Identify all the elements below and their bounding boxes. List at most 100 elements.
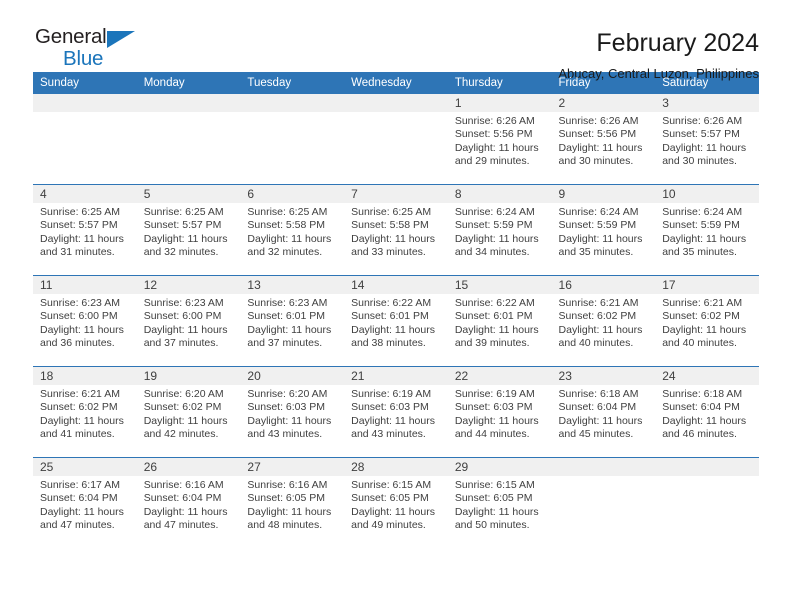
- day-number: 21: [344, 367, 448, 385]
- sunrise-text: Sunrise: 6:26 AM: [454, 115, 535, 127]
- calendar-day-cell[interactable]: 27 Sunrise: 6:16 AM Sunset: 6:05 PM Dayligh…: [240, 457, 345, 548]
- daylight-text: Daylight: 11 hours and 49 minutes.: [351, 505, 435, 532]
- day-number: 9: [551, 185, 656, 203]
- sunrise-text: Sunrise: 6:21 AM: [662, 297, 743, 309]
- sun-info: Sunrise: 6:26 AM Sunset: 5:57 PM Daylight:…: [655, 112, 759, 169]
- sunset-text: Sunset: 6:04 PM: [662, 401, 740, 414]
- day-number: 26: [136, 458, 241, 476]
- calendar-day-cell[interactable]: 15 Sunrise: 6:22 AM Sunset: 6:01 PM Dayligh…: [447, 275, 552, 367]
- calendar-day-cell[interactable]: 21 Sunrise: 6:19 AM Sunset: 6:03 PM Dayligh…: [344, 366, 448, 458]
- day-number: 10: [655, 185, 759, 203]
- day-number: 2: [551, 94, 656, 112]
- calendar-day-cell[interactable]: 20 Sunrise: 6:20 AM Sunset: 6:03 PM Dayligh…: [240, 366, 345, 458]
- daylight-text: Daylight: 11 hours and 41 minutes.: [40, 414, 124, 441]
- calendar-day-cell[interactable]: 25 Sunrise: 6:17 AM Sunset: 6:04 PM Dayligh…: [33, 457, 137, 548]
- calendar-day-cell[interactable]: 28 Sunrise: 6:15 AM Sunset: 6:05 PM Dayligh…: [344, 457, 448, 548]
- calendar-day-cell[interactable]: 22 Sunrise: 6:19 AM Sunset: 6:03 PM Dayligh…: [447, 366, 552, 458]
- sunrise-text: Sunrise: 6:19 AM: [454, 388, 535, 400]
- daylight-text: Daylight: 11 hours and 39 minutes.: [454, 323, 539, 350]
- sunrise-text: Sunrise: 6:17 AM: [40, 479, 120, 491]
- daylight-text: Daylight: 11 hours and 43 minutes.: [247, 414, 332, 441]
- calendar-day-cell[interactable]: 3 Sunrise: 6:26 AM Sunset: 5:57 PM Daylight…: [655, 94, 759, 185]
- sunset-text: Sunset: 6:05 PM: [454, 492, 533, 505]
- sunset-text: Sunset: 6:04 PM: [558, 401, 637, 414]
- calendar-day-cell[interactable]: 6 Sunrise: 6:25 AM Sunset: 5:58 PM Daylight…: [240, 184, 345, 276]
- sunrise-text: Sunrise: 6:26 AM: [558, 115, 639, 127]
- title-block: February 2024 Abucay, Central Luzon, Phi…: [558, 27, 759, 82]
- calendar-day-cell[interactable]: 23 Sunrise: 6:18 AM Sunset: 6:04 PM Dayligh…: [551, 366, 656, 458]
- daylight-text: Daylight: 11 hours and 30 minutes.: [662, 141, 747, 168]
- day-number: [655, 458, 759, 476]
- calendar-day-cell[interactable]: 8 Sunrise: 6:24 AM Sunset: 5:59 PM Daylight…: [447, 184, 552, 276]
- daylight-text: Daylight: 11 hours and 34 minutes.: [454, 232, 539, 259]
- calendar-cell-empty: [551, 457, 656, 548]
- sunset-text: Sunset: 5:59 PM: [662, 219, 740, 232]
- calendar-day-cell[interactable]: 18 Sunrise: 6:21 AM Sunset: 6:02 PM Dayligh…: [33, 366, 137, 458]
- sunrise-text: Sunrise: 6:20 AM: [247, 388, 328, 400]
- calendar-day-cell[interactable]: 16 Sunrise: 6:21 AM Sunset: 6:02 PM Dayligh…: [551, 275, 656, 367]
- sun-info: Sunrise: 6:22 AM Sunset: 6:01 PM Daylight:…: [448, 294, 552, 351]
- calendar-day-cell[interactable]: 13 Sunrise: 6:23 AM Sunset: 6:01 PM Dayligh…: [240, 275, 345, 367]
- logo-text-blue: Blue: [63, 47, 104, 70]
- calendar-cell-empty: [344, 94, 448, 185]
- calendar-day-cell[interactable]: 7 Sunrise: 6:25 AM Sunset: 5:58 PM Daylight…: [344, 184, 448, 276]
- sunset-text: Sunset: 6:04 PM: [40, 492, 118, 505]
- calendar-day-cell[interactable]: 5 Sunrise: 6:25 AM Sunset: 5:57 PM Daylight…: [136, 184, 241, 276]
- sunrise-text: Sunrise: 6:16 AM: [247, 479, 328, 491]
- daylight-text: Daylight: 11 hours and 37 minutes.: [143, 323, 228, 350]
- calendar-day-cell[interactable]: 1 Sunrise: 6:26 AM Sunset: 5:56 PM Daylight…: [447, 94, 552, 185]
- sunset-text: Sunset: 5:57 PM: [662, 128, 740, 141]
- sunrise-text: Sunrise: 6:25 AM: [351, 206, 432, 218]
- sunrise-text: Sunrise: 6:23 AM: [143, 297, 224, 309]
- sun-info: Sunrise: 6:19 AM Sunset: 6:03 PM Daylight:…: [344, 385, 448, 442]
- sunrise-text: Sunrise: 6:21 AM: [40, 388, 120, 400]
- calendar-day-cell[interactable]: 2 Sunrise: 6:26 AM Sunset: 5:56 PM Daylight…: [551, 94, 656, 185]
- generalblue-logo[interactable]: General Blue: [33, 26, 153, 75]
- calendar-day-cell[interactable]: 14 Sunrise: 6:22 AM Sunset: 6:01 PM Dayligh…: [344, 275, 448, 367]
- page-header: General Blue February 2024 Abucay, Centr…: [33, 0, 759, 80]
- sunrise-text: Sunrise: 6:23 AM: [247, 297, 328, 309]
- sun-info: Sunrise: 6:25 AM Sunset: 5:57 PM Daylight:…: [33, 203, 137, 260]
- sun-info: Sunrise: 6:17 AM Sunset: 6:04 PM Daylight:…: [33, 476, 137, 533]
- day-number: 1: [447, 94, 552, 112]
- calendar-day-cell[interactable]: 10 Sunrise: 6:24 AM Sunset: 5:59 PM Dayligh…: [655, 184, 759, 276]
- calendar-page: General Blue February 2024 Abucay, Centr…: [0, 0, 792, 612]
- sun-info: Sunrise: 6:16 AM Sunset: 6:05 PM Daylight:…: [240, 476, 344, 533]
- day-number: 28: [344, 458, 448, 476]
- sun-info: Sunrise: 6:21 AM Sunset: 6:02 PM Daylight:…: [655, 294, 759, 351]
- daylight-text: Daylight: 11 hours and 48 minutes.: [247, 505, 332, 532]
- calendar-body: 1 Sunrise: 6:26 AM Sunset: 5:56 PM Daylight…: [33, 94, 759, 548]
- calendar-day-cell[interactable]: 4 Sunrise: 6:25 AM Sunset: 5:57 PM Daylight…: [33, 184, 137, 276]
- sunrise-text: Sunrise: 6:22 AM: [454, 297, 535, 309]
- calendar-day-cell[interactable]: 24 Sunrise: 6:18 AM Sunset: 6:04 PM Dayligh…: [655, 366, 759, 458]
- sun-info: Sunrise: 6:24 AM Sunset: 5:59 PM Daylight:…: [552, 203, 656, 260]
- weekday-header-thursday: Thursday: [447, 72, 552, 94]
- daylight-text: Daylight: 11 hours and 36 minutes.: [40, 323, 124, 350]
- sun-info: Sunrise: 6:23 AM Sunset: 6:00 PM Daylight:…: [137, 294, 241, 351]
- day-number: 18: [33, 367, 137, 385]
- sunset-text: Sunset: 5:58 PM: [351, 219, 429, 232]
- calendar-day-cell[interactable]: 11 Sunrise: 6:23 AM Sunset: 6:00 PM Dayligh…: [33, 275, 137, 367]
- day-number: 16: [551, 276, 656, 294]
- sun-info: Sunrise: 6:20 AM Sunset: 6:02 PM Daylight:…: [137, 385, 241, 442]
- day-number: 7: [344, 185, 448, 203]
- daylight-text: Daylight: 11 hours and 47 minutes.: [143, 505, 228, 532]
- sunrise-text: Sunrise: 6:26 AM: [662, 115, 743, 127]
- weekday-header-tuesday: Tuesday: [240, 72, 345, 94]
- calendar-day-cell[interactable]: 26 Sunrise: 6:16 AM Sunset: 6:04 PM Dayligh…: [136, 457, 241, 548]
- calendar-day-cell[interactable]: 12 Sunrise: 6:23 AM Sunset: 6:00 PM Dayligh…: [136, 275, 241, 367]
- sun-info: Sunrise: 6:21 AM Sunset: 6:02 PM Daylight:…: [552, 294, 656, 351]
- sunset-text: Sunset: 6:03 PM: [351, 401, 429, 414]
- sunrise-text: Sunrise: 6:18 AM: [662, 388, 743, 400]
- daylight-text: Daylight: 11 hours and 40 minutes.: [662, 323, 747, 350]
- daylight-text: Daylight: 11 hours and 44 minutes.: [454, 414, 539, 441]
- calendar-day-cell[interactable]: 19 Sunrise: 6:20 AM Sunset: 6:02 PM Dayligh…: [136, 366, 241, 458]
- calendar-day-cell[interactable]: 17 Sunrise: 6:21 AM Sunset: 6:02 PM Dayligh…: [655, 275, 759, 367]
- calendar-cell-empty: [240, 94, 345, 185]
- day-number: 15: [447, 276, 552, 294]
- sunset-text: Sunset: 6:00 PM: [143, 310, 222, 323]
- day-number: [551, 458, 656, 476]
- calendar-day-cell[interactable]: 9 Sunrise: 6:24 AM Sunset: 5:59 PM Daylight…: [551, 184, 656, 276]
- calendar-day-cell[interactable]: 29 Sunrise: 6:15 AM Sunset: 6:05 PM Dayligh…: [447, 457, 552, 548]
- day-number: 20: [240, 367, 345, 385]
